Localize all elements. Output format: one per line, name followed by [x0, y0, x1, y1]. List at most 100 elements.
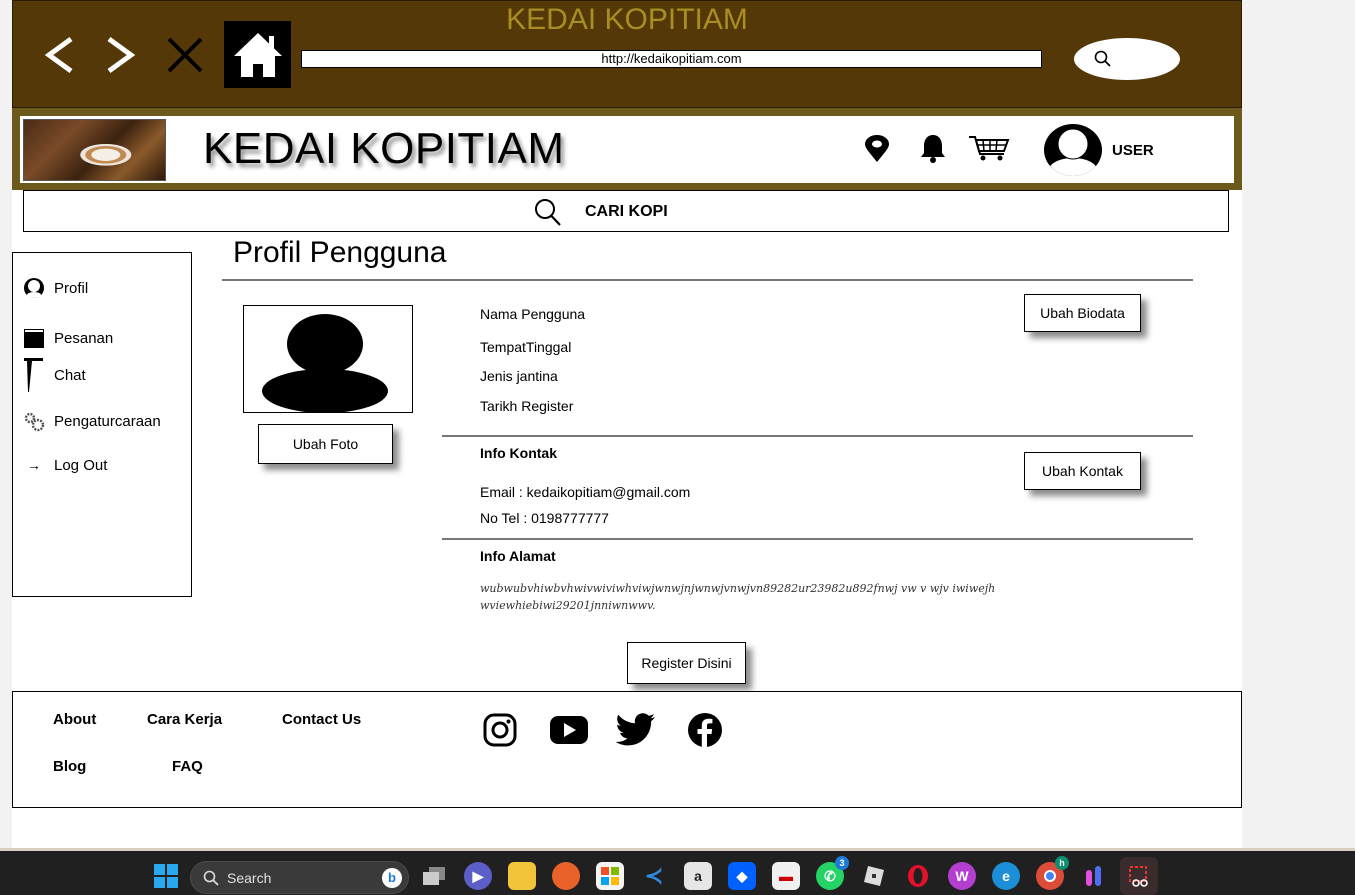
divider — [222, 279, 1193, 281]
dropbox-icon: ◆ — [736, 867, 748, 884]
taskbar-search[interactable]: Search b — [190, 861, 409, 894]
youtube-link[interactable] — [549, 710, 589, 750]
chrome-button[interactable]: h — [1036, 856, 1069, 890]
coffee-search-bar[interactable]: CARI KOPI — [23, 190, 1229, 232]
footer-link-about[interactable]: About — [53, 711, 96, 728]
twitter-link[interactable] — [616, 710, 656, 750]
browser-toolbar: KEDAI KOPITIAM http://kedaikopitiam.com — [12, 0, 1242, 108]
forward-icon — [107, 36, 136, 74]
back-button[interactable] — [37, 33, 81, 77]
sidebar-item-pengaturcaraan[interactable]: Pengaturcaraan — [13, 408, 191, 434]
file-explorer-button[interactable] — [508, 862, 536, 890]
site-title: KEDAI KOPITIAM — [203, 124, 565, 173]
sidebar-item-label: Log Out — [54, 457, 108, 474]
opera-button[interactable] — [904, 862, 932, 890]
sidebar-item-label: Pengaturcaraan — [54, 413, 161, 430]
browser-search-button[interactable] — [1074, 38, 1180, 80]
coffee-logo-image[interactable] — [23, 119, 166, 181]
bell-icon — [921, 135, 945, 163]
youtube-icon — [550, 716, 588, 744]
app-icon — [1086, 866, 1101, 886]
register-button[interactable]: Register Disini — [627, 642, 746, 684]
nama-pengguna-field: Nama Pengguna — [480, 306, 586, 322]
footer-link-blog[interactable]: Blog — [53, 758, 86, 775]
site-header-inner: KEDAI KOPITIAM USER — [20, 116, 1234, 183]
divider — [442, 538, 1193, 540]
teams-chat-button[interactable]: ▶ — [464, 862, 492, 890]
forward-button[interactable] — [99, 33, 143, 77]
task-view-button[interactable] — [420, 862, 448, 890]
search-icon — [1094, 50, 1111, 67]
chat-icon — [23, 358, 45, 392]
cart-button[interactable] — [968, 134, 1010, 162]
home-icon — [233, 32, 282, 77]
chrome-profile-badge: h — [1055, 856, 1069, 870]
footer-link-faq[interactable]: FAQ — [172, 758, 203, 775]
url-bar[interactable]: http://kedaikopitiam.com — [301, 50, 1042, 68]
whatsapp-button[interactable]: ✆ 3 — [816, 856, 849, 890]
user-avatar[interactable] — [1044, 124, 1102, 176]
page-title: Profil Pengguna — [233, 236, 447, 269]
info-alamat-heading: Info Alamat — [480, 548, 556, 564]
user-avatar-icon — [1049, 128, 1097, 176]
ubah-foto-button[interactable]: Ubah Foto — [258, 424, 393, 464]
edge-icon: e — [1002, 868, 1010, 884]
roblox-icon — [864, 866, 884, 886]
sidebar: Profil Pesanan Chat Pengaturcaraan → Log… — [12, 252, 192, 597]
roblox-button[interactable] — [860, 862, 888, 890]
arrow-right-icon: → — [27, 457, 41, 473]
tempat-tinggal-field: TempatTinggal — [480, 339, 572, 355]
user-label[interactable]: USER — [1112, 142, 1154, 159]
wps-button[interactable]: W — [948, 862, 976, 890]
instagram-icon — [483, 713, 517, 747]
divider — [442, 435, 1193, 437]
location-button[interactable] — [863, 134, 891, 164]
edge-button[interactable]: e — [992, 862, 1020, 890]
search-label: CARI KOPI — [585, 203, 668, 220]
vscode-button[interactable]: ≺ — [640, 862, 668, 890]
footer-link-cara-kerja[interactable]: Cara Kerja — [147, 711, 222, 728]
vscode-icon: ≺ — [644, 863, 664, 888]
ubah-kontak-button[interactable]: Ubah Kontak — [1024, 452, 1141, 490]
facebook-link[interactable] — [685, 710, 725, 750]
figma-like-button[interactable] — [1080, 862, 1108, 890]
cart-icon — [969, 136, 1010, 161]
page: KEDAI KOPITIAM http://kedaikopitiam.com … — [0, 0, 1355, 895]
sidebar-item-label: Pesanan — [54, 330, 114, 347]
address-text: wubwubvhiwbvhwivwiviwhviwjwnwjnjwnwjvnwj… — [480, 582, 996, 612]
microsoft-store-button[interactable] — [596, 862, 624, 890]
dropbox-button[interactable]: ◆ — [728, 862, 756, 890]
back-icon — [44, 36, 73, 74]
sidebar-item-label: Profil — [54, 280, 89, 297]
phone-field: No Tel : 0198777777 — [480, 510, 609, 526]
whatsapp-icon: ✆ — [824, 867, 836, 884]
user-silhouette-icon — [262, 314, 388, 412]
home-button[interactable] — [224, 21, 291, 88]
snipping-tool-button[interactable] — [1120, 857, 1158, 895]
amazon-button[interactable]: a — [684, 862, 712, 890]
jenis-jantina-field: Jenis jantina — [480, 368, 558, 384]
sidebar-item-logout[interactable]: → Log Out — [13, 452, 191, 478]
amazon-icon: a — [694, 868, 702, 884]
racing-game-button[interactable]: ▬ — [772, 862, 800, 890]
instagram-link[interactable] — [480, 710, 520, 750]
search-icon — [535, 199, 561, 226]
firefox-button[interactable] — [552, 862, 580, 890]
sidebar-item-pesanan[interactable]: Pesanan — [13, 325, 191, 351]
store-icon — [601, 867, 619, 885]
windows-start-button[interactable] — [152, 862, 180, 890]
notification-button[interactable] — [918, 132, 948, 164]
ubah-biodata-button[interactable]: Ubah Biodata — [1024, 294, 1141, 332]
sidebar-item-chat[interactable]: Chat — [13, 358, 191, 392]
footer: About Cara Kerja Contact Us Blog FAQ — [12, 691, 1242, 808]
sidebar-item-profil[interactable]: Profil — [13, 275, 191, 301]
site-header: KEDAI KOPITIAM USER — [12, 108, 1242, 190]
stop-button[interactable] — [163, 33, 207, 77]
footer-link-contact-us[interactable]: Contact Us — [282, 711, 361, 728]
gears-icon — [23, 408, 45, 434]
opera-icon — [908, 865, 928, 887]
email-field: Email : kedaikopitiam@gmail.com — [480, 484, 691, 500]
location-pin-icon — [865, 135, 889, 162]
info-kontak-heading: Info Kontak — [480, 445, 557, 461]
wps-icon: W — [955, 868, 969, 884]
